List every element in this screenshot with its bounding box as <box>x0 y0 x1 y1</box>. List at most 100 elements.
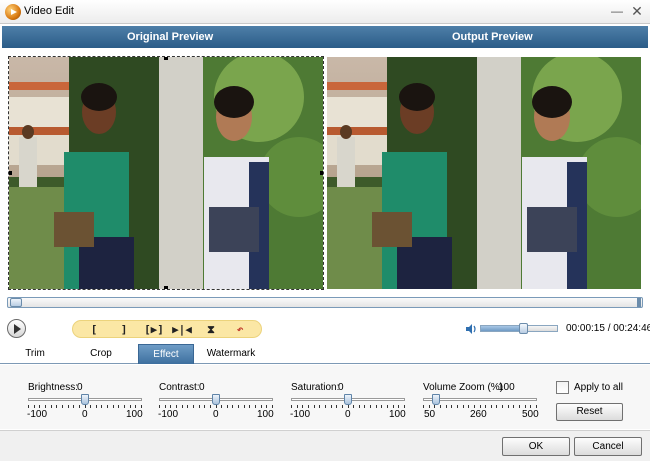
saturation-mid-label: 0 <box>345 409 351 420</box>
slider-tick <box>364 405 365 408</box>
timeline-handle[interactable] <box>10 298 22 307</box>
original-video-image <box>9 57 323 289</box>
slider-tick <box>170 405 171 408</box>
slider-tick <box>90 405 91 408</box>
minimize-button[interactable]: — <box>609 3 625 19</box>
brightness-value: 0 <box>77 382 83 393</box>
slider-tick <box>342 405 343 408</box>
slider-tick <box>376 405 377 408</box>
split-button[interactable]: ▶|◀ <box>169 322 195 337</box>
slider-tick <box>496 405 497 408</box>
brightness-knob[interactable] <box>81 394 89 405</box>
slider-tick <box>480 405 481 408</box>
contrast-min-label: -100 <box>158 409 179 420</box>
slider-tick <box>513 405 514 408</box>
slider-tick <box>393 405 394 408</box>
saturation-min-label: -100 <box>290 409 311 420</box>
tab-effect[interactable]: Effect <box>138 344 194 364</box>
slider-tick <box>39 405 40 408</box>
slider-tick <box>468 405 469 408</box>
brightness-max-label: 100 <box>126 409 143 420</box>
set-end-button[interactable]: ] <box>113 322 135 337</box>
slider-tick <box>193 405 194 408</box>
slider-tick <box>68 405 69 408</box>
slider-tick <box>113 405 114 408</box>
slider-tick <box>165 405 166 408</box>
original-preview-label: Original Preview <box>127 31 214 43</box>
slider-tick <box>28 405 29 408</box>
slider-tick <box>474 405 475 408</box>
volume-zoom-label: Volume Zoom (%) <box>423 382 504 393</box>
play-selection-button[interactable]: [▶] <box>141 322 167 337</box>
slider-tick <box>249 405 250 408</box>
slider-tick <box>463 405 464 408</box>
slider-tick <box>141 405 142 408</box>
contrast-knob[interactable] <box>212 394 220 405</box>
reset-button[interactable]: Reset <box>556 403 623 421</box>
saturation-label: Saturation: <box>291 382 340 393</box>
apply-to-all-checkbox[interactable] <box>556 381 569 394</box>
slider-tick <box>199 405 200 408</box>
slider-tick <box>232 405 233 408</box>
play-button[interactable] <box>7 319 26 338</box>
slider-tick <box>85 405 86 408</box>
saturation-knob[interactable] <box>344 394 352 405</box>
volume-icon[interactable] <box>465 323 477 335</box>
undo-button[interactable]: ↶ <box>229 322 251 337</box>
slider-tick <box>359 405 360 408</box>
original-video-frame[interactable] <box>8 56 324 290</box>
slider-tick <box>238 405 239 408</box>
volume-zoom-max-label: 500 <box>522 409 539 420</box>
slider-tick <box>519 405 520 408</box>
slider-tick <box>331 405 332 408</box>
set-start-button[interactable]: [ <box>83 322 105 337</box>
ok-button[interactable]: OK <box>502 437 570 456</box>
timeline-slider[interactable] <box>7 297 643 308</box>
slider-tick <box>429 405 430 408</box>
crop-handle-bottom[interactable] <box>164 286 168 289</box>
preview-header: Original Preview Output Preview <box>2 26 648 48</box>
output-preview-label: Output Preview <box>452 31 533 43</box>
volume-knob[interactable] <box>519 323 528 334</box>
crop-handle-right[interactable] <box>320 171 323 175</box>
slider-tick <box>221 405 222 408</box>
slider-tick <box>485 405 486 408</box>
app-icon <box>5 4 21 20</box>
window-title: Video Edit <box>24 5 74 17</box>
brightness-mid-label: 0 <box>82 409 88 420</box>
crop-handle-top[interactable] <box>164 57 168 60</box>
volume-zoom-slider[interactable] <box>423 398 537 401</box>
slider-tick <box>159 405 160 408</box>
volume-slider[interactable] <box>480 323 558 334</box>
slider-tick <box>56 405 57 408</box>
slider-tick <box>182 405 183 408</box>
crop-handle-left[interactable] <box>9 171 12 175</box>
slider-tick <box>79 405 80 408</box>
slider-tick <box>530 405 531 408</box>
merge-button[interactable]: ⧗ <box>200 322 222 337</box>
slider-tick <box>216 405 217 408</box>
slider-tick <box>319 405 320 408</box>
tab-trim[interactable]: Trim <box>2 344 68 364</box>
slider-tick <box>227 405 228 408</box>
output-video-image <box>327 57 641 289</box>
contrast-label: Contrast: <box>159 382 200 393</box>
slider-tick <box>34 405 35 408</box>
volume-zoom-knob[interactable] <box>431 394 440 405</box>
slider-tick <box>176 405 177 408</box>
slider-tick <box>491 405 492 408</box>
slider-tick <box>118 405 119 408</box>
slider-tick <box>336 405 337 408</box>
title-bar: Video Edit — ✕ <box>0 0 650 24</box>
close-button[interactable]: ✕ <box>629 3 645 19</box>
preview-area <box>2 48 648 298</box>
slider-tick <box>398 405 399 408</box>
brightness-label: Brightness: <box>28 382 79 393</box>
tab-crop[interactable]: Crop <box>68 344 134 364</box>
tab-watermark[interactable]: Watermark <box>198 344 264 364</box>
apply-to-all-label: Apply to all <box>574 382 623 393</box>
cancel-button[interactable]: Cancel <box>574 437 642 456</box>
slider-tick <box>314 405 315 408</box>
slider-tick <box>302 405 303 408</box>
slider-tick <box>370 405 371 408</box>
